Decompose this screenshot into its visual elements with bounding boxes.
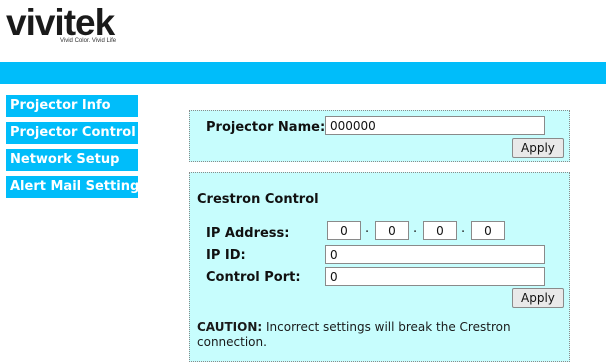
- ip-separator-1: .: [365, 221, 370, 236]
- logo-tagline: Vivid Color. Vivid Life: [60, 38, 117, 44]
- sidebar-item-projector-control[interactable]: Projector Control: [6, 122, 138, 144]
- sidebar-item-network-setup[interactable]: Network Setup: [6, 149, 138, 171]
- projector-name-input[interactable]: [325, 116, 545, 135]
- control-port-input[interactable]: [325, 267, 545, 286]
- projector-name-apply-button[interactable]: Apply: [512, 138, 564, 158]
- vivitek-logo: vivitek Vivid Color. Vivid Life: [6, 2, 146, 48]
- sidebar-item-projector-info[interactable]: Projector Info: [6, 95, 138, 117]
- crestron-control-title: Crestron Control: [197, 192, 319, 207]
- ip-separator-3: .: [461, 221, 466, 236]
- ip-address-label: IP Address:: [206, 226, 290, 241]
- ip-octet-2-input[interactable]: [375, 221, 409, 240]
- ip-octet-4-input[interactable]: [471, 221, 505, 240]
- sidebar-item-alert-mail-settings[interactable]: Alert Mail Settings: [6, 176, 147, 198]
- header-bar: [0, 62, 606, 84]
- ip-octet-3-input[interactable]: [423, 221, 457, 240]
- crestron-apply-button[interactable]: Apply: [512, 288, 564, 308]
- ip-id-input[interactable]: [325, 245, 545, 264]
- ip-octet-1-input[interactable]: [327, 221, 361, 240]
- ip-id-label: IP ID:: [206, 248, 246, 263]
- sidebar-nav: Projector Info Projector Control Network…: [6, 95, 147, 203]
- control-port-label: Control Port:: [206, 270, 301, 285]
- ip-separator-2: .: [413, 221, 418, 236]
- projector-name-label: Projector Name:: [206, 120, 326, 135]
- caution-prefix: CAUTION:: [197, 320, 263, 334]
- caution-message: CAUTION: Incorrect settings will break t…: [197, 320, 557, 350]
